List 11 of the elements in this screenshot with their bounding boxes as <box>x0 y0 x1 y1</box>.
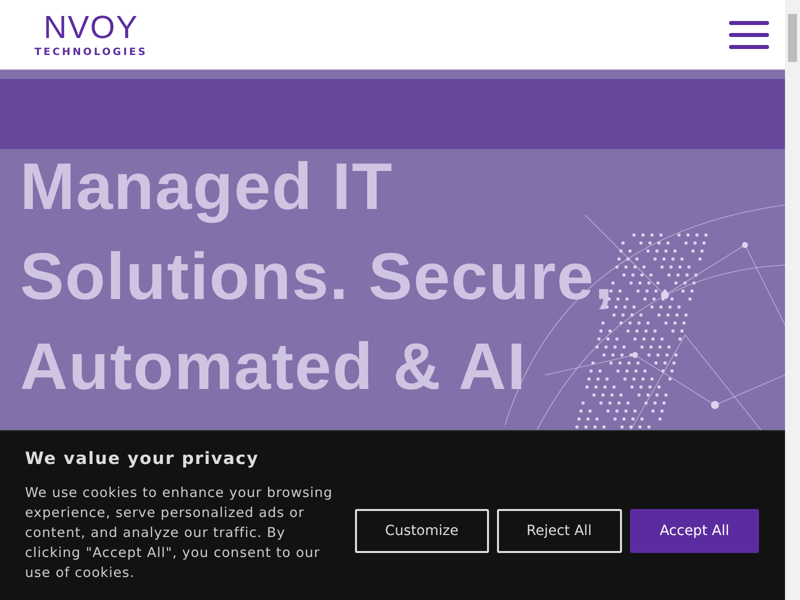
hero-headline: Solutions. Secure, <box>20 238 614 315</box>
hero-headline: Managed IT <box>20 148 394 225</box>
menu-icon[interactable] <box>729 20 769 48</box>
cookie-button[interactable]: Reject All <box>496 508 622 552</box>
scrollbar[interactable] <box>785 0 800 600</box>
cookie-text: We use cookies to enhance your browsing experience, serve personalized ads or content, and analyze our traffic. By clicking "Accept All", you consent to our use of cookies. <box>25 484 334 582</box>
cookie-button[interactable]: Customize <box>355 508 488 552</box>
cookie-title: We value your privacy <box>25 448 260 468</box>
cookie-button[interactable]: Accept All <box>630 508 760 552</box>
company-logo[interactable]: NVOY TECHNOLOGIES <box>30 11 152 58</box>
hero-headline: Automated & AI <box>20 328 527 405</box>
